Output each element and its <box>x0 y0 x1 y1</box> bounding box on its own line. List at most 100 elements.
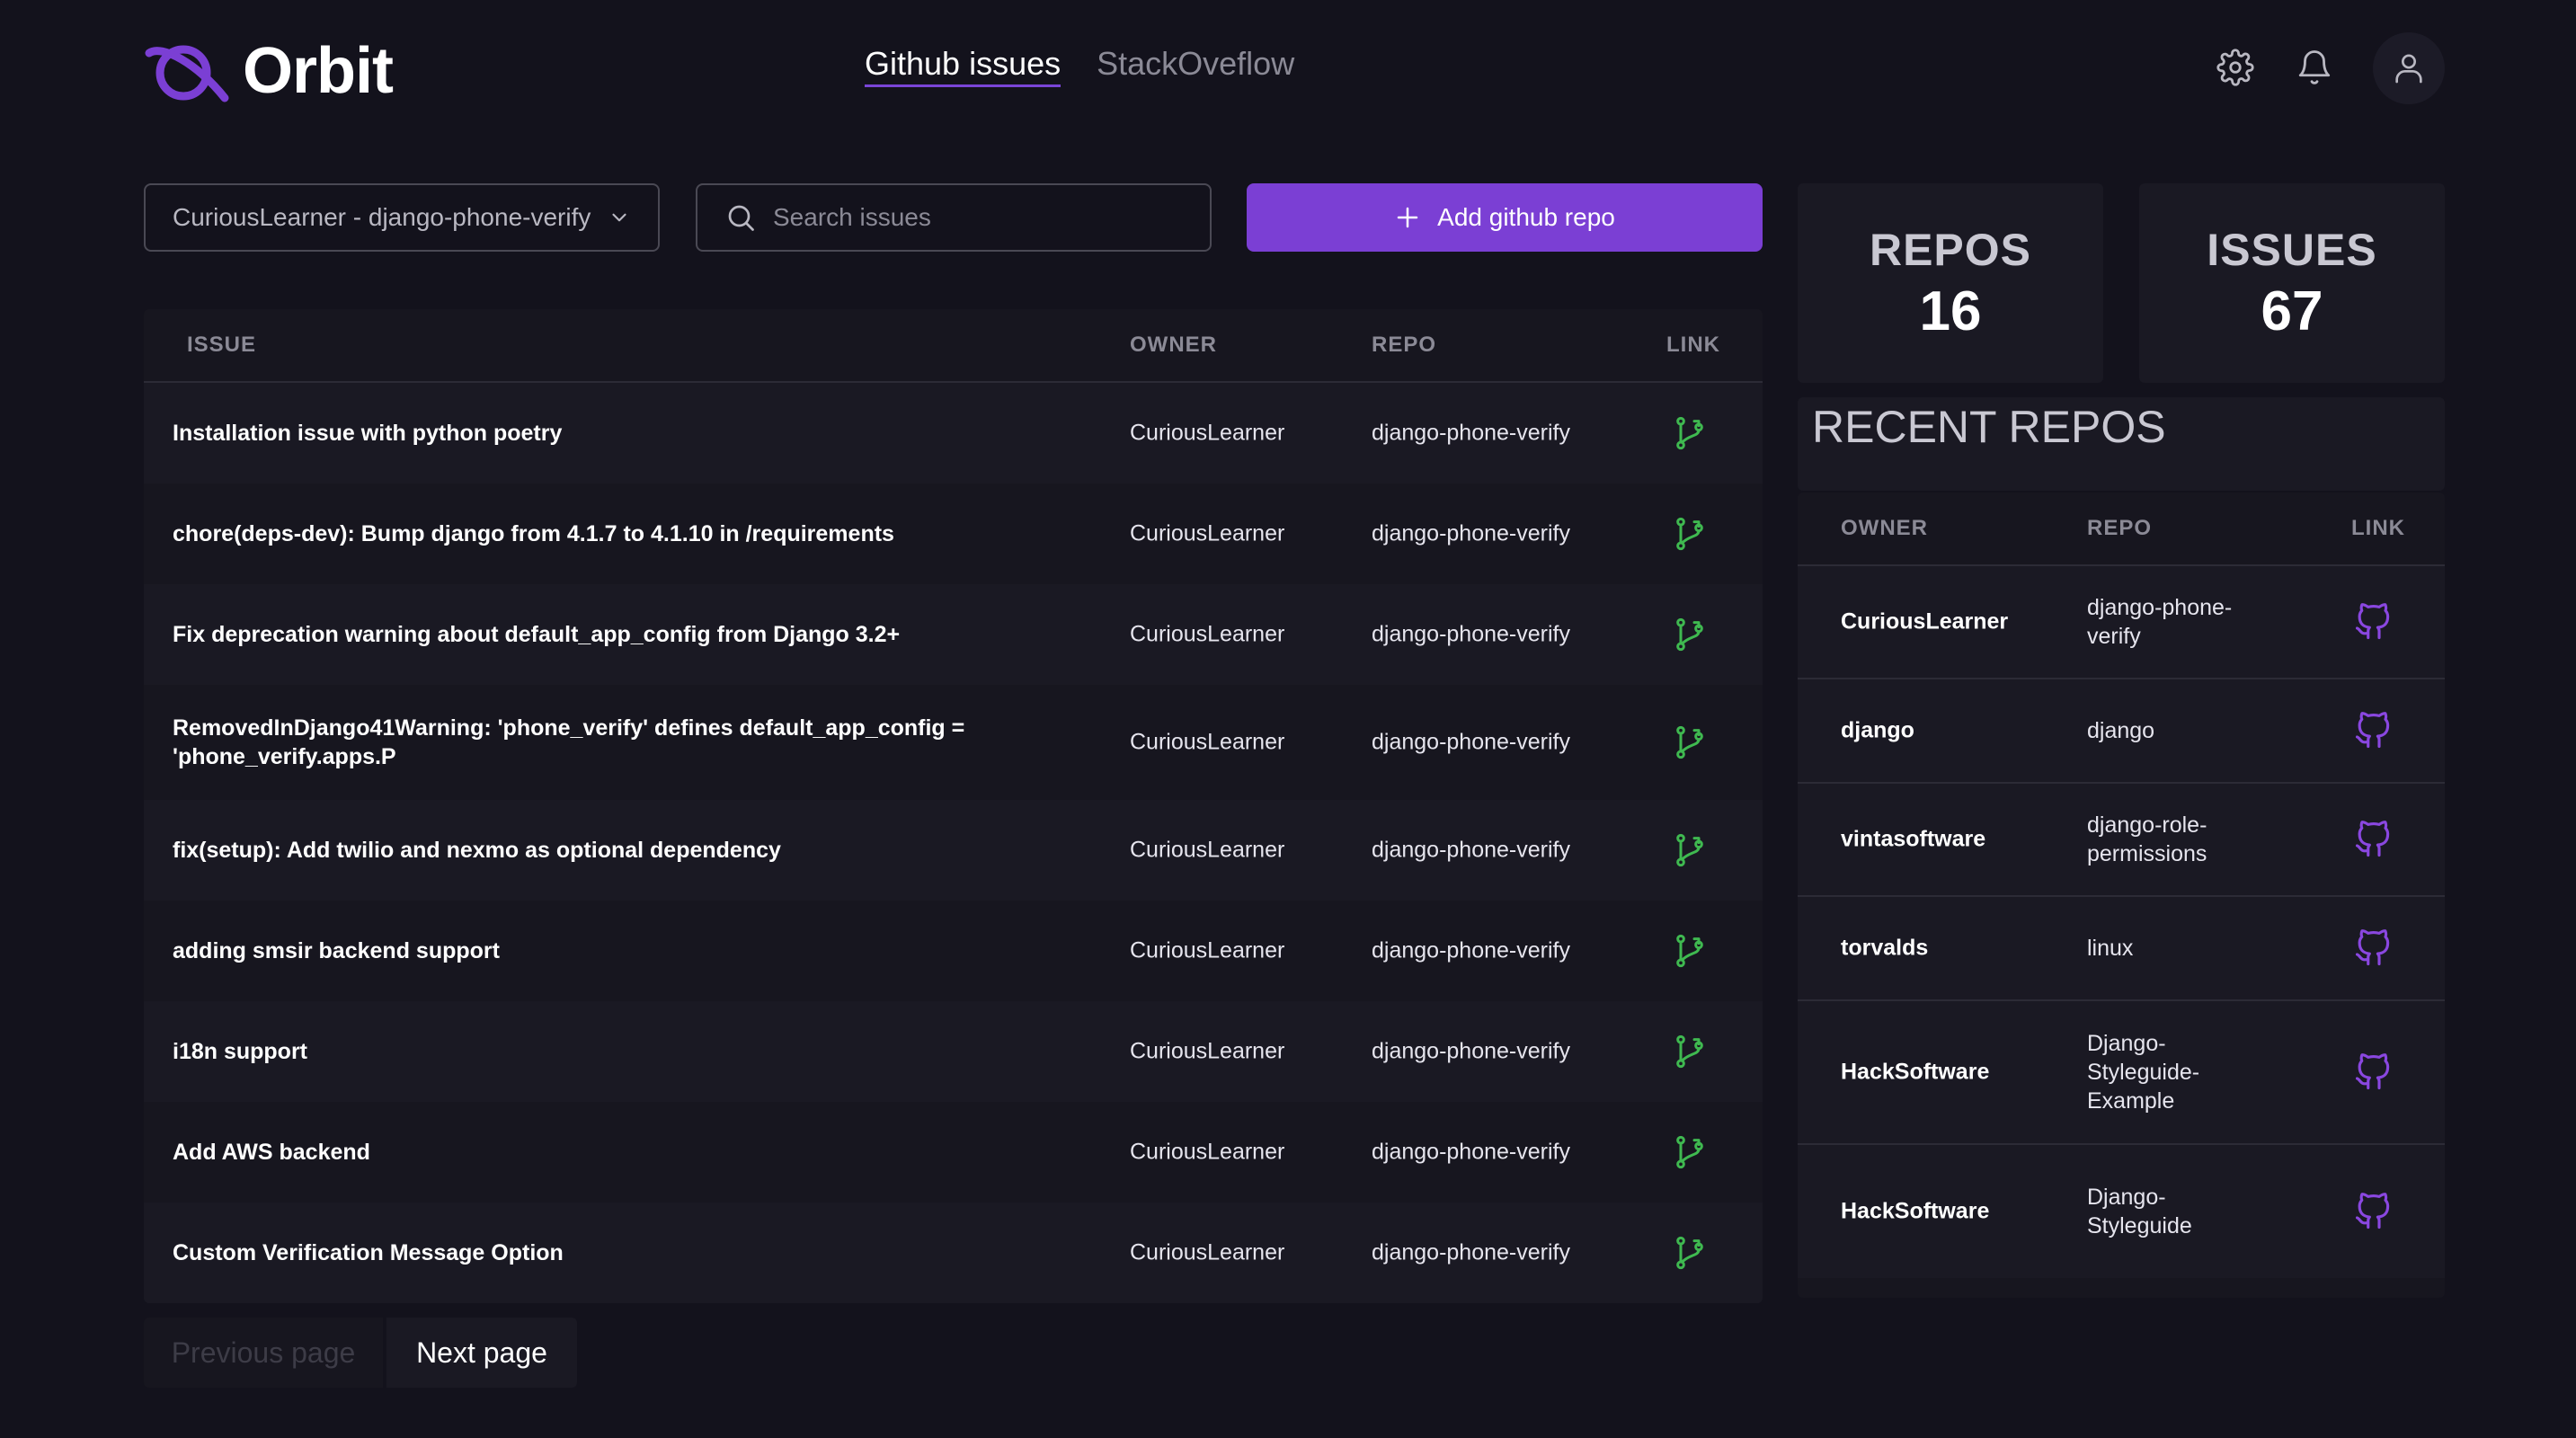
recent-column-header-link: LINK <box>2351 516 2405 540</box>
search-icon <box>728 205 754 231</box>
github-icon <box>2355 929 2390 966</box>
issue-link-button[interactable] <box>1670 830 1710 870</box>
issue-repo: django-phone-verify <box>1372 729 1570 755</box>
git-branch-icon <box>1676 517 1703 551</box>
next-page-button[interactable]: Next page <box>386 1318 577 1388</box>
issue-row[interactable]: Installation issue with python poetry Cur… <box>144 383 1763 484</box>
issue-row[interactable]: Custom Verification Message Option Curiou… <box>144 1203 1763 1303</box>
bell-icon <box>2298 50 2331 84</box>
issue-repo: django-phone-verify <box>1372 420 1570 446</box>
main-nav: Github issues StackOveflow <box>865 45 1294 87</box>
git-branch-icon <box>1676 1034 1703 1069</box>
previous-page-button[interactable]: Previous page <box>144 1318 383 1388</box>
recent-repos-header: OWNER REPO LINK <box>1798 493 2445 564</box>
recent-repo-row[interactable]: CuriousLearner django-phone-verify <box>1798 564 2445 678</box>
issue-title[interactable]: Installation issue with python poetry <box>173 419 1071 448</box>
notifications-button[interactable] <box>2292 45 2337 90</box>
github-icon <box>2355 821 2390 857</box>
recent-repo-owner: HackSoftware <box>1841 1059 1990 1085</box>
issue-row[interactable]: chore(deps-dev): Bump django from 4.1.7 … <box>144 484 1763 584</box>
plus-icon <box>1397 207 1418 228</box>
recent-repo-owner: vintasoftware <box>1841 826 1986 852</box>
issue-title[interactable]: Custom Verification Message Option <box>173 1238 1071 1267</box>
issue-row[interactable]: i18n support CuriousLearner django-phone-v… <box>144 1001 1763 1102</box>
issue-repo: django-phone-verify <box>1372 1139 1570 1165</box>
column-header-issue: ISSUE <box>187 333 257 357</box>
column-header-repo: REPO <box>1372 333 1437 357</box>
issue-repo: django-phone-verify <box>1372 520 1570 546</box>
issue-owner: CuriousLearner <box>1130 1038 1285 1064</box>
recent-repo-row[interactable]: django django <box>1798 678 2445 782</box>
git-branch-icon <box>1676 934 1703 968</box>
recent-repo-row[interactable]: HackSoftware Django-Styleguide <box>1798 1143 2445 1278</box>
recent-repo-row[interactable]: vintasoftware django-role-permissions <box>1798 782 2445 895</box>
issue-owner: CuriousLearner <box>1130 937 1285 963</box>
recent-repo-github-link[interactable] <box>2353 602 2393 642</box>
recent-repo-name: linux <box>2087 936 2134 961</box>
github-icon <box>2355 1053 2390 1090</box>
issue-row[interactable]: RemovedInDjango41Warning: 'phone_verify'… <box>144 685 1763 800</box>
repos-stat-label: REPOS <box>1869 224 2032 275</box>
recent-repo-github-link[interactable] <box>2353 820 2393 859</box>
issue-title[interactable]: i18n support <box>173 1037 1071 1066</box>
issue-title[interactable]: RemovedInDjango41Warning: 'phone_verify'… <box>173 714 1071 771</box>
recent-repo-github-link[interactable] <box>2353 1052 2393 1092</box>
issue-repo: django-phone-verify <box>1372 937 1570 963</box>
nav-github-issues[interactable]: Github issues <box>865 45 1061 87</box>
issue-owner: CuriousLearner <box>1130 1139 1285 1165</box>
recent-repos-title: RECENT REPOS <box>1812 402 2166 452</box>
user-avatar-button[interactable] <box>2373 32 2445 104</box>
git-branch-icon <box>1676 833 1703 867</box>
issue-link-button[interactable] <box>1670 723 1710 762</box>
issue-owner: CuriousLearner <box>1130 1239 1285 1265</box>
recent-repo-owner: django <box>1841 717 1914 743</box>
issue-link-button[interactable] <box>1670 931 1710 971</box>
repo-select[interactable]: CuriousLearner - django-phone-verify <box>144 183 660 252</box>
app-logo[interactable]: Orbit <box>144 34 394 108</box>
issue-title[interactable]: chore(deps-dev): Bump django from 4.1.7 … <box>173 519 1071 548</box>
issue-row[interactable]: Fix deprecation warning about default_ap… <box>144 584 1763 685</box>
issue-row[interactable]: fix(setup): Add twilio and nexmo as opti… <box>144 800 1763 901</box>
issue-title[interactable]: Add AWS backend <box>173 1138 1071 1167</box>
recent-repo-github-link[interactable] <box>2353 1192 2393 1231</box>
repo-select-value: CuriousLearner - django-phone-verify <box>173 203 591 231</box>
issue-owner: CuriousLearner <box>1130 837 1285 863</box>
recent-repo-row[interactable]: HackSoftware Django-Styleguide-Example <box>1798 999 2445 1143</box>
settings-button[interactable] <box>2213 45 2258 90</box>
github-icon <box>2355 712 2390 749</box>
nav-stackoverflow[interactable]: StackOveflow <box>1097 45 1294 87</box>
column-header-owner: OWNER <box>1130 333 1217 357</box>
user-icon <box>2395 54 2422 84</box>
issues-table-body: Installation issue with python poetry Cur… <box>144 383 1763 1303</box>
issue-link-button[interactable] <box>1670 514 1710 554</box>
issue-title[interactable]: adding smsir backend support <box>173 936 1071 965</box>
issue-owner: CuriousLearner <box>1130 420 1285 446</box>
issue-repo: django-phone-verify <box>1372 837 1570 863</box>
recent-repo-github-link[interactable] <box>2353 711 2393 750</box>
issue-repo: django-phone-verify <box>1372 1038 1570 1064</box>
recent-repo-github-link[interactable] <box>2353 928 2393 968</box>
search-field[interactable] <box>696 183 1212 252</box>
chevron-down-icon <box>612 213 626 222</box>
issue-title[interactable]: fix(setup): Add twilio and nexmo as opti… <box>173 836 1071 865</box>
issue-link-button[interactable] <box>1670 615 1710 654</box>
issues-table-header: ISSUE OWNER REPO LINK <box>144 309 1763 383</box>
issue-link-button[interactable] <box>1670 1132 1710 1172</box>
add-github-repo-button[interactable]: Add github repo <box>1247 183 1763 252</box>
issue-row[interactable]: adding smsir backend support CuriousLearn… <box>144 901 1763 1001</box>
issue-link-button[interactable] <box>1670 1032 1710 1071</box>
issue-owner: CuriousLearner <box>1130 729 1285 755</box>
recent-repo-name: django-phone-verify <box>2087 595 2233 649</box>
issue-link-button[interactable] <box>1670 413 1710 453</box>
gear-icon <box>2216 49 2254 86</box>
search-input[interactable] <box>773 203 1183 232</box>
app-name: Orbit <box>243 35 394 107</box>
issue-owner: CuriousLearner <box>1130 621 1285 647</box>
issue-title[interactable]: Fix deprecation warning about default_ap… <box>173 620 1071 649</box>
recent-repo-row[interactable]: torvalds linux <box>1798 895 2445 999</box>
issue-link-button[interactable] <box>1670 1233 1710 1273</box>
recent-repo-name: django-role-permissions <box>2087 812 2207 866</box>
recent-repo-name: Django-Styleguide <box>2087 1185 2192 1238</box>
recent-repos-body: CuriousLearner django-phone-verify django d… <box>1798 564 2445 1278</box>
issue-row[interactable]: Add AWS backend CuriousLearner django-phon… <box>144 1102 1763 1203</box>
